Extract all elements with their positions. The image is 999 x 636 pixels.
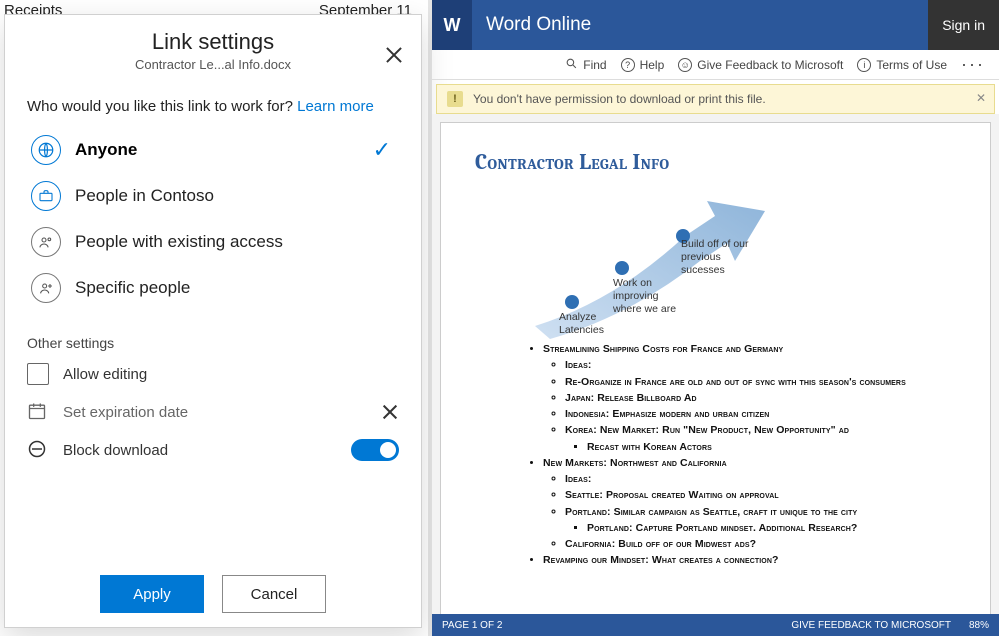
dialog-title: Link settings: [15, 29, 411, 55]
terms-button[interactable]: i Terms of Use: [857, 58, 947, 72]
caption-3: Build off of our previous sucesses: [681, 238, 755, 277]
feedback-label: Give Feedback to Microsoft: [697, 58, 843, 72]
document-viewport[interactable]: Contractor Legal Info Analyze Latencies …: [432, 114, 999, 614]
list-item: Recast with Korean Actors: [587, 439, 956, 455]
milestone-dot-icon: [615, 261, 629, 275]
other-settings-label: Other settings: [5, 317, 421, 355]
find-button[interactable]: Find: [565, 57, 606, 73]
more-button[interactable]: ···: [961, 54, 985, 75]
option-anyone[interactable]: Anyone ✓: [23, 127, 411, 173]
caption-2: Work on improving where we are: [613, 277, 683, 316]
terms-label: Terms of Use: [876, 58, 947, 72]
option-specific[interactable]: Specific people: [23, 265, 411, 311]
list-item: Korea: New Market: Run "New Product, New…: [565, 424, 849, 436]
app-name: Word Online: [472, 14, 591, 36]
list-item: Indonesia: Emphasize modern and urban ci…: [565, 406, 956, 422]
learn-more-link[interactable]: Learn more: [297, 98, 374, 115]
expiration-row[interactable]: Set expiration date: [5, 393, 421, 431]
list-item: Re-Organize in France are old and out of…: [565, 374, 956, 390]
dialog-header: Link settings Contractor Le...al Info.do…: [5, 15, 421, 80]
zoom-level[interactable]: 88%: [969, 620, 989, 631]
block-download-row: Block download: [5, 431, 421, 469]
prompt-pre: Who would you like this link to work for…: [27, 98, 297, 115]
list-item: Seattle: Proposal created Waiting on app…: [565, 487, 956, 503]
feedback-button[interactable]: ☺ Give Feedback to Microsoft: [678, 58, 843, 72]
search-icon: [565, 57, 578, 73]
word-logo-icon: W: [432, 0, 472, 50]
smiley-icon: ☺: [678, 58, 692, 72]
warning-icon: !: [447, 91, 463, 107]
status-bar: PAGE 1 OF 2 GIVE FEEDBACK TO MICROSOFT 8…: [432, 614, 999, 636]
briefcase-icon: [31, 181, 61, 211]
doc-title: Contractor Legal Info: [475, 149, 956, 175]
block-download-label: Block download: [63, 442, 168, 459]
help-button[interactable]: ? Help: [621, 58, 665, 72]
link-settings-dialog: Link settings Contractor Le...al Info.do…: [4, 14, 422, 628]
word-header: W Word Online Sign in: [432, 0, 999, 50]
globe-icon: [31, 135, 61, 165]
list-item: New Markets: Northwest and California: [543, 457, 727, 469]
list-item: Portland: Capture Portland mindset. Addi…: [587, 520, 956, 536]
info-icon: i: [857, 58, 871, 72]
option-label: Specific people: [75, 278, 190, 298]
status-feedback[interactable]: GIVE FEEDBACK TO MICROSOFT: [791, 620, 951, 631]
dialog-footer: Apply Cancel: [5, 575, 421, 613]
banner-text: You don't have permission to download or…: [473, 92, 766, 106]
allow-editing-row[interactable]: Allow editing: [5, 355, 421, 393]
option-label: People in Contoso: [75, 186, 214, 206]
list-item: Revamping our Mindset: What creates a co…: [543, 552, 956, 568]
cancel-button[interactable]: Cancel: [222, 575, 326, 613]
list-item: Japan: Release Billboard Ad: [565, 390, 956, 406]
checkmark-icon: ✓: [373, 137, 403, 163]
page-indicator[interactable]: PAGE 1 OF 2: [442, 620, 502, 631]
people-existing-icon: [31, 227, 61, 257]
option-label: Anyone: [75, 140, 137, 160]
prompt-text: Who would you like this link to work for…: [5, 80, 421, 125]
milestone-dot-icon: [565, 295, 579, 309]
block-download-toggle[interactable]: [351, 439, 399, 461]
document-body: Streamlining Shipping Costs for France a…: [525, 341, 956, 569]
word-online-panel: W Word Online Sign in Find ? Help ☺ Give…: [432, 0, 999, 636]
document-page: Contractor Legal Info Analyze Latencies …: [440, 122, 991, 614]
close-icon[interactable]: [383, 45, 405, 67]
permission-banner: ! You don't have permission to download …: [436, 84, 995, 114]
signin-button[interactable]: Sign in: [928, 0, 999, 50]
banner-close-icon[interactable]: ✕: [976, 91, 986, 105]
find-label: Find: [583, 58, 606, 72]
word-toolbar: Find ? Help ☺ Give Feedback to Microsoft…: [432, 50, 999, 80]
allow-editing-label: Allow editing: [63, 366, 147, 383]
list-item: California: Build off of our Midwest ads…: [565, 536, 956, 552]
calendar-icon: [27, 401, 49, 423]
expiration-label: Set expiration date: [63, 404, 188, 421]
list-item: Ideas:: [565, 357, 956, 373]
option-label: People with existing access: [75, 232, 283, 252]
block-icon: [27, 439, 49, 461]
option-org[interactable]: People in Contoso: [23, 173, 411, 219]
option-existing[interactable]: People with existing access: [23, 219, 411, 265]
process-arrow-graphic: Analyze Latencies Work on improving wher…: [475, 181, 956, 341]
clear-expiration-icon[interactable]: [381, 403, 399, 421]
people-add-icon: [31, 273, 61, 303]
list-item: Ideas:: [565, 471, 956, 487]
help-label: Help: [640, 58, 665, 72]
link-settings-panel: Receipts September 11 Link settings Cont…: [0, 0, 432, 636]
checkbox-icon[interactable]: [27, 363, 49, 385]
list-item: Portland: Similar campaign as Seattle, c…: [565, 506, 857, 518]
audience-options: Anyone ✓ People in Contoso People with e…: [5, 125, 421, 317]
dialog-subtitle: Contractor Le...al Info.docx: [15, 57, 411, 72]
apply-button[interactable]: Apply: [100, 575, 204, 613]
help-icon: ?: [621, 58, 635, 72]
list-item: Streamlining Shipping Costs for France a…: [543, 343, 783, 355]
